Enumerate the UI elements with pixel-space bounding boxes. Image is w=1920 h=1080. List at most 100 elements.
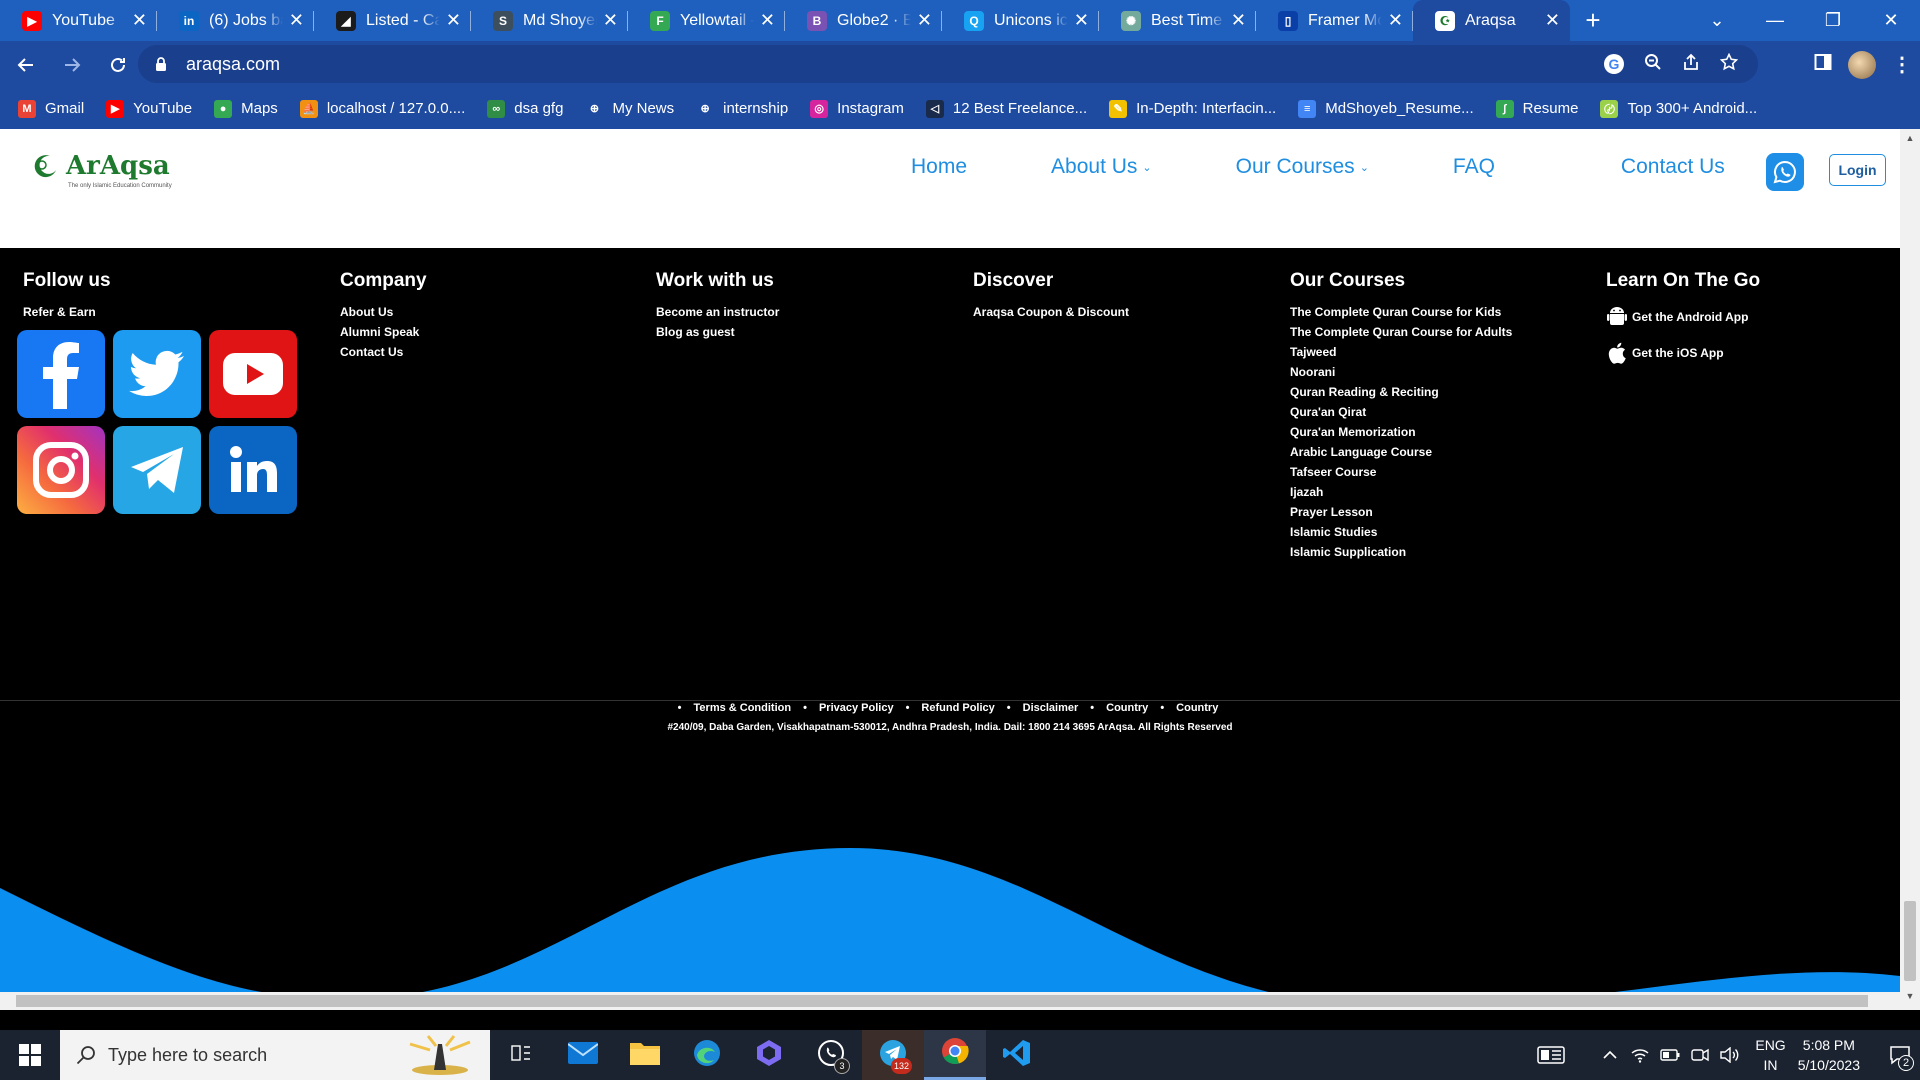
tab-title[interactable]: Araqsa (1465, 12, 1539, 30)
legal-link[interactable]: Country (1106, 702, 1148, 714)
news-widget-icon[interactable] (1531, 1046, 1571, 1064)
bookmark-label[interactable]: My News (612, 100, 674, 117)
bookmark-item[interactable]: ◎ Instagram (810, 99, 904, 118)
footer-course-link[interactable]: Tafseer Course (1290, 462, 1512, 482)
footer-link-coupon[interactable]: Araqsa Coupon & Discount (973, 302, 1129, 322)
clock-date[interactable]: 5/10/2023 (1798, 1055, 1860, 1075)
side-panel-icon[interactable] (1814, 53, 1832, 76)
meet-now-icon[interactable] (1687, 1047, 1713, 1063)
taskbar-app-button[interactable] (676, 1030, 738, 1080)
twitter-icon[interactable] (113, 330, 201, 418)
android-app-link[interactable]: Get the Android App (1606, 306, 1760, 328)
tab-search-chevron-icon[interactable]: ⌄ (1688, 0, 1746, 41)
nav-faq[interactable]: FAQ (1453, 155, 1495, 179)
bookmark-item[interactable]: 〄 Top 300+ Android... (1600, 99, 1757, 118)
scroll-down-arrow[interactable]: ▼ (1900, 991, 1920, 1001)
restore-button[interactable]: ❐ (1804, 0, 1862, 41)
share-icon[interactable] (1682, 53, 1700, 76)
search-placeholder[interactable]: Type here to search (108, 1045, 267, 1066)
vertical-scrollbar[interactable]: ▲ ▼ (1900, 129, 1920, 1010)
tab-title[interactable]: Listed - Canva (366, 12, 440, 30)
h-scroll-thumb[interactable] (16, 995, 1868, 1007)
scroll-thumb[interactable] (1904, 901, 1916, 981)
show-hidden-icons-chevron-icon[interactable] (1597, 1050, 1623, 1060)
tab-title[interactable]: Md Shoyeb (523, 12, 597, 30)
bookmark-item[interactable]: ∞ dsa gfg (487, 99, 563, 118)
taskbar-app-button[interactable] (614, 1030, 676, 1080)
legal-link[interactable]: Country (1176, 702, 1218, 714)
close-icon[interactable]: ✕ (289, 10, 304, 31)
windows-start-button[interactable] (0, 1030, 60, 1080)
zoom-icon[interactable] (1644, 53, 1662, 76)
taskbar-app-button[interactable] (986, 1030, 1048, 1080)
close-icon[interactable]: ✕ (1231, 10, 1246, 31)
forward-button[interactable] (52, 45, 92, 85)
footer-link-alumni-speak[interactable]: Alumni Speak (340, 322, 427, 342)
close-icon[interactable]: ✕ (132, 10, 147, 31)
bookmark-label[interactable]: MdShoyeb_Resume... (1325, 100, 1473, 117)
input-language[interactable]: ENG IN (1755, 1035, 1785, 1075)
browser-tab[interactable]: ☪ Araqsa ✕ (1413, 0, 1570, 41)
legal-link[interactable]: Disclaimer (1023, 702, 1079, 714)
lock-icon[interactable] (152, 55, 170, 73)
browser-tab[interactable]: F Yellowtail - Go ✕ (628, 0, 785, 41)
bookmark-item[interactable]: ≡ MdShoyeb_Resume... (1298, 99, 1474, 118)
android-app-label[interactable]: Get the Android App (1632, 310, 1748, 324)
new-tab-button[interactable]: + (1570, 0, 1616, 41)
close-icon[interactable]: ✕ (446, 10, 461, 31)
footer-link-about-us[interactable]: About Us (340, 302, 427, 322)
bookmark-item[interactable]: M Gmail (18, 99, 84, 118)
tab-title[interactable]: Globe2 · Boot (837, 12, 911, 30)
chevron-down-icon[interactable]: ⌄ (1360, 161, 1369, 174)
tab-title[interactable]: Framer Motion (1308, 12, 1382, 30)
bookmark-item[interactable]: ● Maps (214, 99, 278, 118)
close-icon[interactable]: ✕ (917, 10, 932, 31)
footer-course-link[interactable]: Ijazah (1290, 482, 1512, 502)
nav-home[interactable]: Home (911, 155, 967, 179)
login-button[interactable]: Login (1829, 154, 1886, 186)
bookmark-label[interactable]: internship (723, 100, 788, 117)
browser-tab[interactable]: ▯ Framer Motion ✕ (1256, 0, 1413, 41)
taskbar-app-button[interactable]: 3 (800, 1030, 862, 1080)
footer-course-link[interactable]: The Complete Quran Course for Adults (1290, 322, 1512, 342)
telegram-icon[interactable] (113, 426, 201, 514)
battery-icon[interactable] (1657, 1049, 1683, 1061)
footer-link-become-instructor[interactable]: Become an instructor (656, 302, 779, 322)
browser-tab[interactable]: ✺ Best Time fo ✕ (1099, 0, 1256, 41)
profile-avatar[interactable] (1848, 50, 1876, 79)
region-code[interactable]: IN (1755, 1055, 1785, 1075)
footer-link-contact-us[interactable]: Contact Us (340, 342, 427, 362)
tab-title[interactable]: Yellowtail - Go (680, 12, 754, 30)
browser-tab[interactable]: B Globe2 · Boot ✕ (785, 0, 942, 41)
taskbar-app-button[interactable] (490, 1030, 552, 1080)
footer-course-link[interactable]: Noorani (1290, 362, 1512, 382)
whatsapp-button[interactable] (1766, 153, 1804, 191)
bookmark-label[interactable]: YouTube (133, 100, 192, 117)
nav-our-courses[interactable]: Our Courses ⌄ (1236, 155, 1369, 179)
clock-time[interactable]: 5:08 PM (1798, 1035, 1860, 1055)
youtube-icon[interactable] (209, 330, 297, 418)
browser-tab[interactable]: S Md Shoyeb ✕ (471, 0, 628, 41)
footer-course-link[interactable]: Qura'an Qirat (1290, 402, 1512, 422)
menu-kebab-icon[interactable]: ⋮ (1892, 52, 1912, 77)
taskbar-app-button[interactable]: 132 (862, 1030, 924, 1080)
tab-title[interactable]: (6) Jobs based (209, 12, 283, 30)
chevron-down-icon[interactable]: ⌄ (1142, 161, 1151, 174)
bookmark-item[interactable]: ⛵ localhost / 127.0.0.... (299, 99, 465, 118)
taskbar-app-button[interactable] (738, 1030, 800, 1080)
browser-tab[interactable]: Q Unicons icons ✕ (942, 0, 1099, 41)
footer-course-link[interactable]: Tajweed (1290, 342, 1512, 362)
volume-icon[interactable] (1717, 1047, 1743, 1063)
address-bar[interactable]: araqsa.com G (138, 45, 1758, 83)
bookmark-label[interactable]: Resume (1523, 100, 1579, 117)
wifi-icon[interactable] (1627, 1047, 1653, 1063)
nav-contact-us-label[interactable]: Contact Us (1621, 155, 1725, 179)
close-icon[interactable]: ✕ (1388, 10, 1403, 31)
footer-course-link[interactable]: Prayer Lesson (1290, 502, 1512, 522)
nav-home-label[interactable]: Home (911, 155, 967, 179)
bookmark-item[interactable]: ◁ 12 Best Freelance... (925, 99, 1087, 118)
footer-course-link[interactable]: The Complete Quran Course for Kids (1290, 302, 1512, 322)
legal-link[interactable]: Terms & Condition (694, 702, 792, 714)
bookmark-label[interactable]: localhost / 127.0.0.... (327, 100, 465, 117)
browser-tab[interactable]: in (6) Jobs based ✕ (157, 0, 314, 41)
